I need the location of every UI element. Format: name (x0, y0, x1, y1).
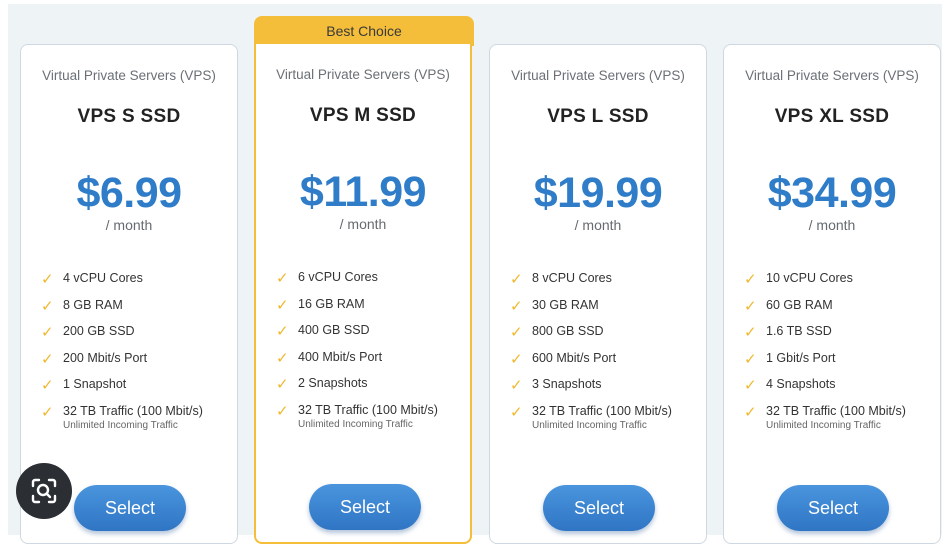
traffic-note: Unlimited Incoming Traffic (766, 419, 881, 431)
plan-name: VPS XL SSD (774, 106, 890, 127)
check-icon: ✓ (41, 377, 54, 395)
check-icon: ✓ (276, 270, 289, 287)
feature-item: ✓ 3 Snapshots (510, 377, 602, 395)
feature-item: ✓ 1.6 TB SSD (744, 324, 832, 342)
feature-item: ✓ 200 GB SSD (41, 324, 135, 342)
traffic-note: Unlimited Incoming Traffic (298, 418, 413, 430)
feature-item: ✓ 200 Mbit/s Port (41, 350, 148, 368)
feature-item: ✓ 4 vCPU Cores (41, 271, 143, 288)
feature-item: ✓ 1 Snapshot (41, 377, 127, 395)
feature-item: ✓ 6 vCPU Cores (276, 270, 378, 287)
check-icon: ✓ (744, 377, 757, 395)
feature-item: ✓ 800 GB SSD (510, 324, 604, 342)
plan-price: $6.99 (76, 169, 182, 217)
check-icon: ✓ (744, 403, 757, 421)
visual-search-icon (31, 478, 57, 504)
plan-category: Virtual Private Servers (VPS) (745, 68, 919, 83)
check-icon: ✓ (744, 350, 757, 368)
plan-category: Virtual Private Servers (VPS) (42, 68, 216, 83)
check-icon: ✓ (276, 323, 289, 341)
plan-period: / month (574, 217, 622, 233)
plan-card-vps-l: Virtual Private Servers (VPS) VPS L SSD … (489, 44, 707, 544)
plan-price: $19.99 (533, 169, 663, 217)
feature-item: ✓ 60 GB RAM (744, 297, 833, 315)
feature-item: ✓ 30 GB RAM (510, 297, 599, 315)
feature-item: ✓ 8 vCPU Cores (510, 271, 612, 288)
check-icon: ✓ (510, 377, 523, 395)
check-icon: ✓ (510, 271, 523, 288)
select-button-vps-s[interactable]: Select (74, 485, 186, 531)
feature-list: ✓ 8 vCPU Cores ✓ 30 GB RAM ✓ 800 GB SSD ✓ 60… (510, 271, 700, 431)
plan-price: $11.99 (299, 168, 427, 216)
feature-item: ✓ 10 vCPU Cores (744, 271, 853, 288)
check-icon: ✓ (41, 350, 54, 368)
check-icon: ✓ (276, 349, 289, 367)
plan-name: VPS S SSD (77, 106, 181, 127)
check-icon: ✓ (510, 403, 523, 421)
feature-item: ✓ 8 GB RAM (41, 297, 123, 315)
feature-item: ✓ 400 GB SSD (276, 323, 370, 341)
feature-item: ✓ 400 Mbit/s Port (276, 349, 383, 367)
check-icon: ✓ (276, 376, 289, 394)
feature-item: ✓ 4 Snapshots (744, 377, 836, 395)
check-icon: ✓ (744, 324, 757, 342)
check-icon: ✓ (510, 324, 523, 342)
select-button-vps-m[interactable]: Select (309, 484, 421, 530)
select-button-vps-xl[interactable]: Select (777, 485, 889, 531)
traffic-note: Unlimited Incoming Traffic (532, 419, 647, 431)
feature-item: ✓ 32 TB Traffic (100 Mbit/s) Unlimited Inc… (744, 404, 934, 431)
feature-item: ✓ 16 GB RAM (276, 296, 365, 314)
check-icon: ✓ (744, 297, 757, 315)
plan-card-vps-m: Virtual Private Servers (VPS) VPS M SSD … (254, 44, 472, 544)
visual-search-button[interactable] (16, 463, 72, 519)
feature-list: ✓ 4 vCPU Cores ✓ 8 GB RAM ✓ 200 GB SSD ✓ 200… (41, 271, 231, 431)
check-icon: ✓ (276, 296, 289, 314)
check-icon: ✓ (744, 271, 757, 288)
plan-period: / month (339, 216, 387, 232)
check-icon: ✓ (41, 271, 54, 288)
plan-category: Virtual Private Servers (VPS) (511, 68, 685, 83)
plan-period: / month (105, 217, 153, 233)
feature-item: ✓ 2 Snapshots (276, 376, 368, 394)
feature-item: ✓ 32 TB Traffic (100 Mbit/s) Unlimited Inc… (276, 403, 464, 430)
best-choice-badge: Best Choice (254, 16, 474, 46)
plan-card-vps-xl: Virtual Private Servers (VPS) VPS XL SSD… (723, 44, 941, 544)
plan-price: $34.99 (767, 169, 897, 217)
select-button-vps-l[interactable]: Select (543, 485, 655, 531)
check-icon: ✓ (276, 402, 289, 420)
plan-period: / month (808, 217, 856, 233)
check-icon: ✓ (41, 297, 54, 315)
feature-item: ✓ 1 Gbit/s Port (744, 350, 836, 368)
feature-item: ✓ 32 TB Traffic (100 Mbit/s) Unlimited Inc… (510, 404, 700, 431)
feature-item: ✓ 32 TB Traffic (100 Mbit/s) Unlimited Inc… (41, 404, 231, 431)
check-icon: ✓ (510, 350, 523, 368)
check-icon: ✓ (41, 324, 54, 342)
check-icon: ✓ (41, 403, 54, 421)
feature-item: ✓ 600 Mbit/s Port (510, 350, 617, 368)
feature-list: ✓ 6 vCPU Cores ✓ 16 GB RAM ✓ 400 GB SSD ✓ 40… (276, 270, 464, 430)
traffic-note: Unlimited Incoming Traffic (63, 419, 178, 431)
plan-name: VPS L SSD (547, 106, 649, 127)
check-icon: ✓ (510, 297, 523, 315)
plan-category: Virtual Private Servers (VPS) (276, 67, 450, 82)
feature-list: ✓ 10 vCPU Cores ✓ 60 GB RAM ✓ 1.6 TB SSD ✓ 1… (744, 271, 934, 431)
plan-name: VPS M SSD (309, 105, 417, 126)
